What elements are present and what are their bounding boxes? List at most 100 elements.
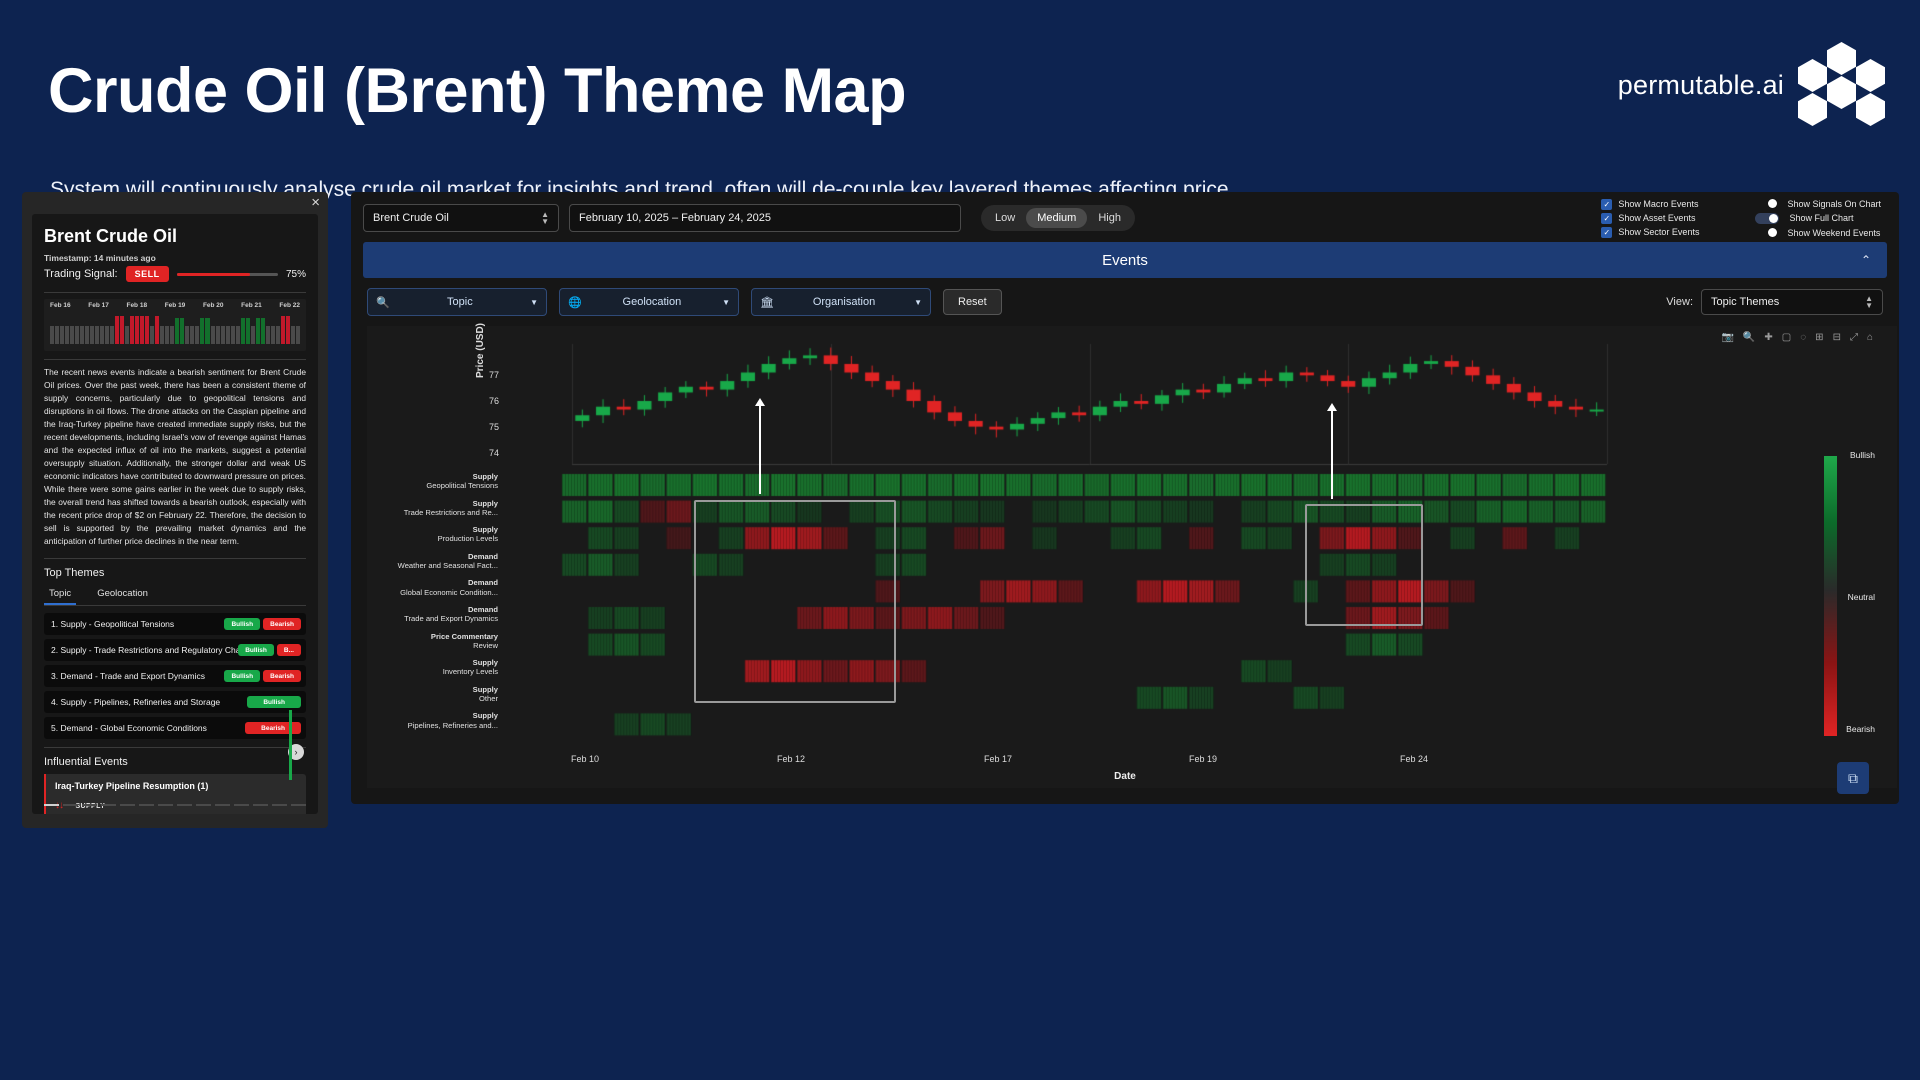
selection-box-right[interactable] <box>1305 504 1423 626</box>
reset-filters-button[interactable]: Reset <box>943 289 1002 315</box>
mini-timeline-bar <box>180 318 184 344</box>
zoom-out-icon[interactable]: ⊟ <box>1833 332 1841 343</box>
toggle-show-weekend-events[interactable]: Show Weekend Events <box>1755 228 1881 238</box>
x-tick-label: Feb 19 <box>1189 754 1217 764</box>
mini-timeline-bar <box>170 326 174 344</box>
theme-map-canvas[interactable] <box>367 326 1897 788</box>
theme-row-label: Demand Trade and Export Dynamics <box>348 605 498 624</box>
theme-name: 3. Demand - Trade and Export Dynamics <box>51 671 205 681</box>
lasso-select-icon[interactable]: ◌ <box>1800 332 1806 343</box>
mini-timeline-bar <box>241 318 245 344</box>
toggle-label: Show Signals On Chart <box>1787 199 1881 209</box>
checkbox-show-asset-events[interactable]: ✓ Show Asset Events <box>1601 213 1699 224</box>
theme-row-name: Production Levels <box>438 534 498 543</box>
checkbox-show-sector-events[interactable]: ✓ Show Sector Events <box>1601 227 1699 238</box>
mini-timeline-bar <box>75 326 79 344</box>
chevron-up-icon[interactable]: ⌃ <box>1861 253 1871 267</box>
tab-geolocation[interactable]: Geolocation <box>92 585 153 605</box>
filter-organisation[interactable]: 🏛 Organisation ▼ <box>751 288 931 316</box>
mini-event-timeline[interactable]: Feb 16 Feb 17 Feb 18 Feb 19 Feb 20 Feb 2… <box>44 299 306 351</box>
bank-icon: 🏛 <box>760 296 774 309</box>
theme-list-item[interactable]: 1. Supply - Geopolitical Tensions Bullish… <box>44 613 306 635</box>
mini-timeline-bar <box>130 316 134 344</box>
view-select-value: Topic Themes <box>1711 296 1779 308</box>
checkbox-label: Show Asset Events <box>1618 213 1695 223</box>
mini-timeline-bar <box>236 326 240 344</box>
filter-geolocation[interactable]: 🌐 Geolocation ▼ <box>559 288 739 316</box>
view-select[interactable]: Topic Themes ▲ ▼ <box>1701 289 1883 315</box>
influential-event-card[interactable]: Iraq-Turkey Pipeline Resumption (1) ↓↓ S… <box>44 774 306 814</box>
camera-icon[interactable]: 📷 <box>1721 332 1733 343</box>
carousel-indicator[interactable] <box>44 804 306 806</box>
box-select-icon[interactable]: ▢ <box>1782 332 1791 343</box>
impact-low[interactable]: Low <box>984 208 1026 228</box>
autoscale-icon[interactable]: ⤢ <box>1850 332 1858 343</box>
selection-box-left[interactable] <box>694 500 896 703</box>
mini-timeline-bar <box>231 326 235 344</box>
toggle-show-signals-on-chart[interactable]: Show Signals On Chart <box>1755 199 1881 209</box>
check-icon: ✓ <box>1601 227 1612 238</box>
theme-list-item[interactable]: 2. Supply - Trade Restrictions and Regul… <box>44 639 306 661</box>
mini-timeline-bar <box>85 326 89 344</box>
theme-row-group: Supply <box>348 658 498 667</box>
zoom-icon[interactable]: 🔍 <box>1743 332 1755 343</box>
x-tick-label: Feb 10 <box>571 754 599 764</box>
close-icon[interactable]: × <box>311 195 320 210</box>
mini-date: Feb 22 <box>279 302 300 309</box>
impact-level-toggle[interactable]: Low Medium High <box>981 205 1135 231</box>
signal-strength-bar <box>177 273 278 276</box>
mini-timeline-bar <box>55 326 59 344</box>
theme-badges: Bullish <box>247 696 301 708</box>
impact-high[interactable]: High <box>1087 208 1132 228</box>
theme-badges: Bullish B... <box>238 644 301 656</box>
sentiment-badge-bear: Bearish <box>263 618 301 630</box>
asset-timestamp: Timestamp: 14 minutes ago <box>44 253 306 263</box>
pan-icon[interactable]: ✚ <box>1764 332 1772 343</box>
theme-list-item[interactable]: 4. Supply - Pipelines, Refineries and St… <box>44 691 306 713</box>
sentiment-badge-bull: Bullish <box>224 618 260 630</box>
impact-medium[interactable]: Medium <box>1026 208 1087 228</box>
mini-timeline-bar <box>261 318 265 344</box>
trading-signal-row: Trading Signal: SELL 75% <box>44 266 306 282</box>
mini-timeline-bar <box>281 316 285 344</box>
mini-timeline-bar <box>165 326 169 344</box>
filter-topic-label: Topic <box>398 296 522 308</box>
mini-timeline-bar <box>205 318 209 344</box>
divider <box>44 558 306 559</box>
filter-topic[interactable]: 🔍 Topic ▼ <box>367 288 547 316</box>
filter-bar: 🔍 Topic ▼ 🌐 Geolocation ▼ 🏛 Organisation… <box>359 288 1891 326</box>
asset-select[interactable]: Brent Crude Oil ▲ ▼ <box>363 204 559 232</box>
theme-name: 2. Supply - Trade Restrictions and Regul… <box>51 645 238 655</box>
checkbox-show-macro-events[interactable]: ✓ Show Macro Events <box>1601 199 1699 210</box>
theme-row-label: Supply Production Levels <box>348 525 498 544</box>
checkbox-label: Show Sector Events <box>1618 227 1699 237</box>
asset-detail-body: Brent Crude Oil Timestamp: 14 minutes ag… <box>32 214 318 814</box>
toggle-show-full-chart[interactable]: Show Full Chart <box>1755 213 1881 224</box>
events-section-header[interactable]: Events ⌃ <box>363 242 1887 278</box>
event-body: Iraq-Turkey Pipeline Resumption (1) ↓↓ S… <box>46 774 306 814</box>
theme-row-name: Weather and Seasonal Fact... <box>398 561 498 570</box>
mini-timeline-dates: Feb 16 Feb 17 Feb 18 Feb 19 Feb 20 Feb 2… <box>44 299 306 309</box>
chat-assistant-button[interactable]: ⧉ <box>1837 762 1869 794</box>
theme-list-item[interactable]: 3. Demand - Trade and Export Dynamics Bul… <box>44 665 306 687</box>
y-tick-label: 75 <box>489 422 499 432</box>
zoom-in-icon[interactable]: ⊞ <box>1815 332 1823 343</box>
plotly-modebar[interactable]: 📷 🔍 ✚ ▢ ◌ ⊞ ⊟ ⤢ ⌂ <box>1721 332 1873 343</box>
theme-row-name: Global Economic Condition... <box>400 588 498 597</box>
x-tick-label: Feb 12 <box>777 754 805 764</box>
theme-map-plot[interactable]: 📷 🔍 ✚ ▢ ◌ ⊞ ⊟ ⤢ ⌂ Price (USD) 74 75 76 77 S… <box>367 326 1883 788</box>
colorbar-bullish-label: Bullish <box>1850 450 1875 460</box>
mini-timeline-bar <box>155 316 159 344</box>
mini-date: Feb 17 <box>88 302 109 309</box>
theme-list-item[interactable]: 5. Demand - Global Economic Conditions Be… <box>44 717 306 739</box>
tab-topic[interactable]: Topic <box>44 585 76 605</box>
sentiment-badge-bear: B... <box>277 644 301 656</box>
mini-timeline-bar <box>175 318 179 344</box>
date-range-input[interactable]: February 10, 2025 – February 24, 2025 <box>569 204 961 232</box>
mini-timeline-bar <box>125 326 129 344</box>
mini-timeline-bar <box>291 326 295 344</box>
reset-axes-icon[interactable]: ⌂ <box>1867 332 1873 343</box>
divider <box>44 359 306 360</box>
check-icon: ✓ <box>1601 213 1612 224</box>
filter-organisation-label: Organisation <box>782 296 906 308</box>
